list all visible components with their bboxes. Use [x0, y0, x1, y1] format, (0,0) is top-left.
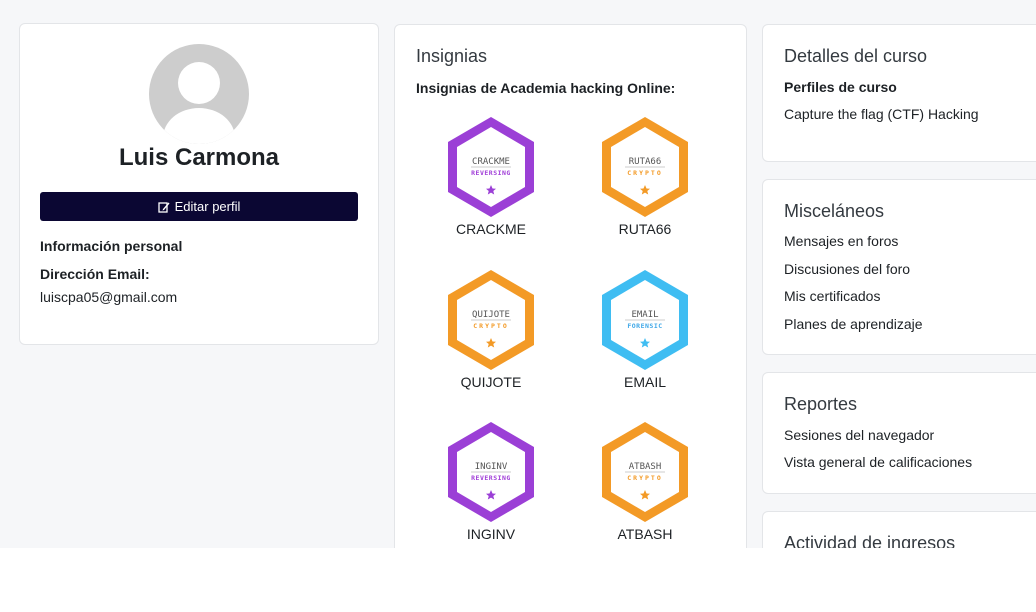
misc-card: Misceláneos Mensajes en foros Discusione… — [762, 179, 1036, 355]
course-link[interactable]: Capture the flag (CTF) Hacking — [784, 106, 979, 122]
badge-item[interactable]: RUTA66 CRYPTO RUTA66 — [575, 115, 715, 255]
certificates-link[interactable]: Mis certificados — [784, 288, 880, 304]
badge-category-text: REVERSING — [471, 474, 511, 482]
badge-category-text: CRYPTO — [627, 169, 662, 177]
badge-hexagon-icon: ATBASH CRYPTO — [602, 422, 688, 522]
badge-hexagon-icon: QUIJOTE CRYPTO — [448, 270, 534, 370]
badge-name: INGINV — [466, 526, 516, 542]
badge-name: RUTA66 — [618, 221, 672, 237]
badge-name: ATBASH — [617, 526, 673, 542]
badge-logo-text: QUIJOTE — [472, 310, 510, 320]
avatar-shoulders-shape — [163, 108, 235, 144]
badge-category-text: REVERSING — [471, 169, 511, 177]
badge-item[interactable]: ATBASH CRYPTO ATBASH — [575, 420, 715, 548]
course-details-title: Detalles del curso — [784, 46, 928, 66]
login-activity-title: Actividad de ingresos — [784, 533, 956, 548]
badges-subtitle: Insignias de Academia hacking Online: — [416, 80, 676, 96]
badge-category-text: CRYPTO — [473, 322, 508, 330]
course-details-card: Detalles del curso Perfiles de curso Cap… — [762, 24, 1036, 162]
course-profiles-label: Perfiles de curso — [784, 79, 897, 95]
badges-title: Insignias — [416, 46, 488, 66]
badge-logo-text: RUTA66 — [629, 157, 662, 167]
badge-name: QUIJOTE — [460, 374, 522, 390]
email-label: Dirección Email: — [40, 266, 150, 282]
badge-hexagon-icon: INGINV REVERSING — [448, 422, 534, 522]
forum-posts-link[interactable]: Mensajes en foros — [784, 233, 898, 249]
avatar — [149, 44, 249, 144]
badge-logo-text: CRACKME — [472, 157, 510, 167]
misc-title: Misceláneos — [784, 201, 885, 221]
edit-icon — [157, 201, 170, 213]
badge-category-text: FORENSIC — [627, 322, 662, 330]
page-viewport: Luis Carmona Editar perfil Información p… — [0, 0, 1036, 548]
badge-logo-text: ATBASH — [629, 462, 662, 472]
badges-card: Insignias Insignias de Academia hacking … — [394, 24, 747, 548]
badge-name: EMAIL — [623, 374, 666, 390]
badge-category-text: CRYPTO — [627, 474, 662, 482]
edit-profile-button[interactable]: Editar perfil — [40, 192, 358, 221]
personal-info-heading: Información personal — [40, 238, 183, 254]
badge-item[interactable]: CRACKME REVERSING CRACKME — [421, 115, 561, 255]
avatar-head-shape — [178, 62, 220, 104]
badge-item[interactable]: EMAIL FORENSIC EMAIL — [575, 268, 715, 408]
reports-card: Reportes Sesiones del navegador Vista ge… — [762, 372, 1036, 494]
badge-logo-text: INGINV — [475, 462, 508, 472]
forum-discussions-link[interactable]: Discusiones del foro — [784, 261, 910, 277]
badge-item[interactable]: QUIJOTE CRYPTO QUIJOTE — [421, 268, 561, 408]
badge-hexagon-icon: CRACKME REVERSING — [448, 117, 534, 217]
user-name: Luis Carmona — [118, 144, 280, 171]
browser-sessions-link[interactable]: Sesiones del navegador — [784, 427, 934, 443]
badge-item[interactable]: INGINV REVERSING INGINV — [421, 420, 561, 548]
grades-overview-link[interactable]: Vista general de calificaciones — [784, 454, 972, 470]
edit-profile-label: Editar perfil — [174, 199, 241, 214]
badge-hexagon-icon: EMAIL FORENSIC — [602, 270, 688, 370]
email-value: luiscpa05@gmail.com — [40, 289, 178, 305]
login-activity-card: Actividad de ingresos — [762, 511, 1036, 548]
reports-title: Reportes — [784, 394, 858, 414]
badge-hexagon-icon: RUTA66 CRYPTO — [602, 117, 688, 217]
badge-name: CRACKME — [455, 221, 526, 237]
learning-plans-link[interactable]: Planes de aprendizaje — [784, 316, 923, 332]
badge-logo-text: EMAIL — [631, 310, 658, 320]
profile-card: Luis Carmona Editar perfil Información p… — [19, 23, 379, 345]
